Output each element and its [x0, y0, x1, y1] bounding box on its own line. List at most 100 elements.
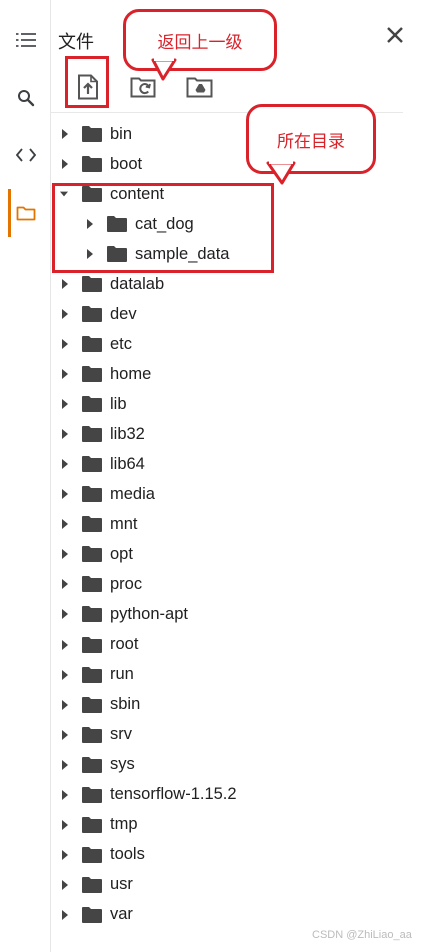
search-icon[interactable]	[14, 86, 38, 110]
caret-right-icon[interactable]	[60, 819, 68, 830]
close-button[interactable]	[382, 22, 408, 48]
activity-sidebar	[0, 0, 51, 952]
caret-right-icon[interactable]	[60, 129, 68, 139]
caret-right-icon[interactable]	[60, 549, 68, 560]
caret-right-icon[interactable]	[60, 309, 68, 320]
tree-item-tensorflow-1-15-2[interactable]: tensorflow-1.15.2	[60, 780, 237, 810]
folder-icon	[81, 395, 103, 413]
tree-item-lib32[interactable]: lib32	[60, 419, 145, 449]
tree-item-label: lib32	[110, 424, 145, 443]
caret-right-icon[interactable]	[60, 399, 68, 410]
tree-item-datalab[interactable]: datalab	[60, 269, 164, 299]
folder-icon	[81, 455, 103, 473]
folder-icon	[81, 275, 103, 293]
tree-item-mnt[interactable]: mnt	[60, 509, 138, 539]
tree-item-label: boot	[110, 154, 143, 173]
folder-icon	[81, 636, 103, 654]
tree-item-label: etc	[110, 334, 133, 353]
folder-icon	[81, 515, 103, 533]
folder-icon	[81, 335, 103, 353]
caret-right-icon[interactable]	[60, 729, 68, 740]
go-up-callout-tail	[151, 58, 177, 81]
tree-item-label: tensorflow-1.15.2	[110, 785, 237, 804]
tree-item-dev[interactable]: dev	[60, 299, 137, 329]
tree-item-label: python-apt	[110, 604, 188, 623]
tree-item-label: run	[110, 665, 134, 684]
tree-item-var[interactable]: var	[60, 900, 133, 930]
mount-drive-button[interactable]	[184, 72, 216, 102]
folder-icon	[81, 545, 103, 563]
folder-icon	[81, 425, 103, 443]
caret-right-icon[interactable]	[60, 909, 68, 920]
folder-icon	[81, 846, 103, 864]
caret-right-icon[interactable]	[60, 759, 68, 770]
tree-item-run[interactable]: run	[60, 660, 134, 690]
tree-item-label: tmp	[110, 815, 138, 834]
caret-right-icon[interactable]	[60, 459, 68, 470]
caret-right-icon[interactable]	[60, 789, 68, 800]
caret-right-icon[interactable]	[60, 579, 68, 590]
tree-item-label: sys	[110, 755, 135, 774]
tree-item-root[interactable]: root	[60, 630, 138, 660]
caret-right-icon[interactable]	[60, 639, 68, 650]
go-up-callout-text: 返回上一级	[157, 32, 243, 52]
code-icon[interactable]	[14, 143, 38, 167]
caret-right-icon[interactable]	[60, 699, 68, 710]
tree-item-home[interactable]: home	[60, 359, 151, 389]
folder-icon	[81, 756, 103, 774]
folder-icon	[81, 575, 103, 593]
tree-item-label: mnt	[110, 514, 138, 533]
tree-item-etc[interactable]: etc	[60, 329, 132, 359]
tree-item-media[interactable]: media	[60, 479, 155, 509]
caret-right-icon[interactable]	[60, 159, 68, 170]
tree-item-boot[interactable]: boot	[60, 149, 142, 179]
tree-item-bin[interactable]: bin	[60, 119, 132, 149]
tree-item-label: datalab	[110, 274, 165, 293]
tree-item-tmp[interactable]: tmp	[60, 810, 138, 840]
tree-item-sbin[interactable]: sbin	[60, 690, 140, 720]
caret-right-icon[interactable]	[60, 369, 68, 380]
tree-item-label: home	[110, 364, 152, 383]
tree-item-label: proc	[110, 574, 143, 593]
tree-item-label: bin	[110, 124, 133, 143]
folder-icon	[81, 816, 103, 834]
active-indicator	[8, 189, 11, 237]
tree-item-opt[interactable]: opt	[60, 539, 133, 569]
folder-icon	[81, 155, 103, 173]
watermark: CSDN @ZhiLiao_aa	[312, 929, 412, 941]
caret-right-icon[interactable]	[60, 609, 68, 620]
caret-right-icon[interactable]	[60, 339, 68, 350]
folder-icon	[81, 305, 103, 323]
tree-item-usr[interactable]: usr	[60, 870, 133, 900]
tree-item-label: sbin	[110, 695, 141, 714]
folder-icon	[81, 876, 103, 894]
tree-item-python-apt[interactable]: python-apt	[60, 599, 188, 629]
folder-icon	[81, 726, 103, 744]
tree-item-label: media	[110, 484, 155, 503]
tree-item-srv[interactable]: srv	[60, 720, 132, 750]
tree-item-lib[interactable]: lib	[60, 389, 127, 419]
list-icon[interactable]	[14, 28, 38, 52]
folder-icon	[81, 605, 103, 623]
tree-item-proc[interactable]: proc	[60, 569, 142, 599]
upload-highlight-box	[65, 56, 109, 108]
caret-right-icon[interactable]	[60, 429, 68, 440]
tree-item-tools[interactable]: tools	[60, 840, 145, 870]
caret-right-icon[interactable]	[60, 879, 68, 890]
caret-right-icon[interactable]	[60, 669, 68, 680]
folder-icon[interactable]	[14, 201, 38, 225]
caret-right-icon[interactable]	[60, 279, 68, 290]
drive-folder-icon	[186, 77, 213, 98]
folder-icon	[81, 125, 103, 143]
tree-item-sys[interactable]: sys	[60, 750, 135, 780]
caret-right-icon[interactable]	[60, 489, 68, 500]
caret-right-icon[interactable]	[60, 849, 68, 860]
tree-item-lib64[interactable]: lib64	[60, 449, 145, 479]
folder-icon	[81, 696, 103, 714]
panel-title: 文件	[58, 32, 94, 52]
tree-item-label: dev	[110, 304, 137, 323]
tree-item-label: tools	[110, 845, 145, 864]
caret-right-icon[interactable]	[60, 519, 68, 530]
current-dir-callout-text: 所在目录	[277, 131, 345, 151]
tree-item-label: var	[110, 905, 133, 924]
